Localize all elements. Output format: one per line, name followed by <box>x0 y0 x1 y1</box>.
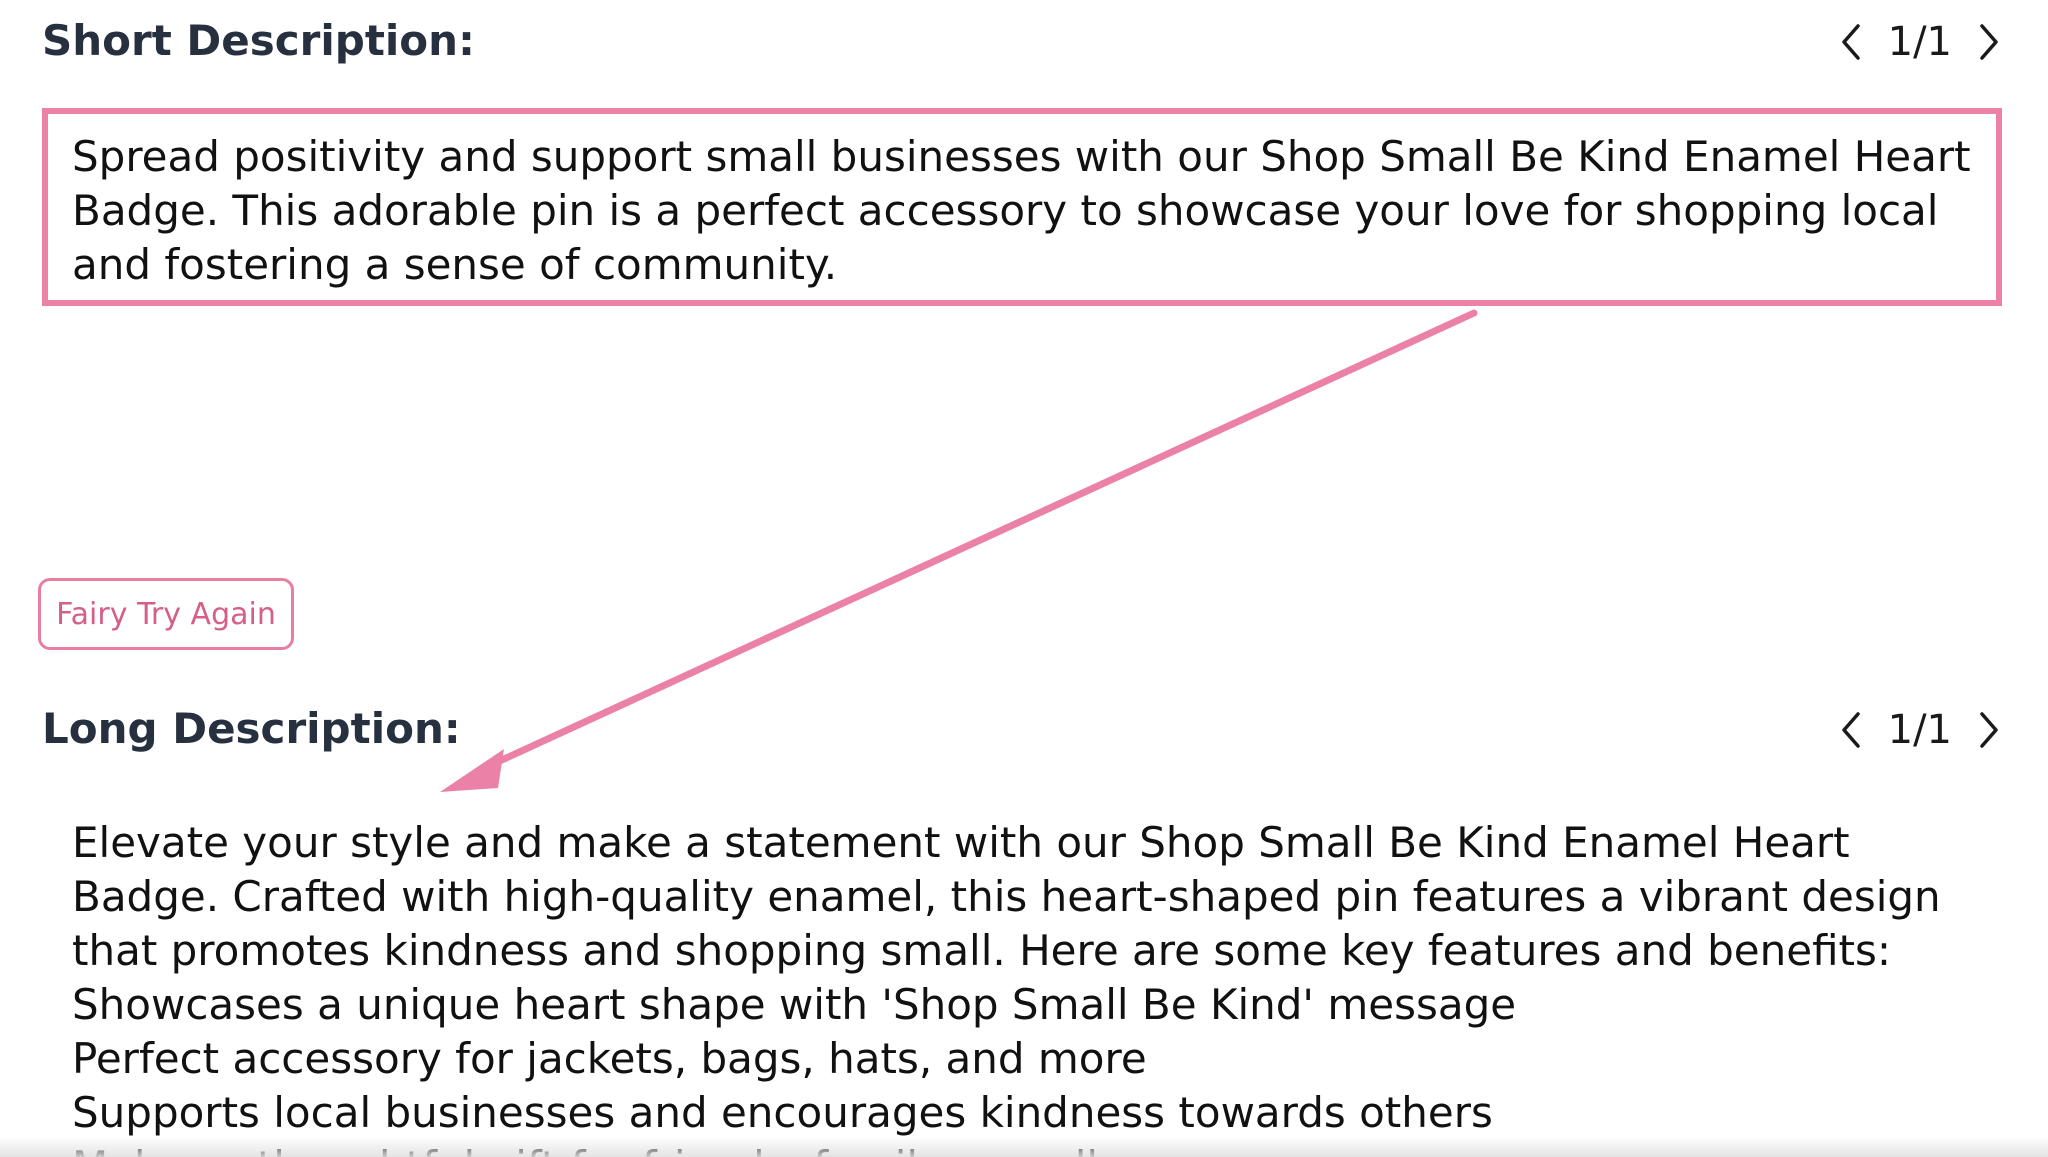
short-description-text: Spread positivity and support small busi… <box>72 132 1971 289</box>
description-panel: Short Description: 1/1 Spread positivity… <box>0 0 2048 1157</box>
fairy-try-again-button[interactable]: Fairy Try Again <box>38 578 294 650</box>
short-description-box[interactable]: Spread positivity and support small busi… <box>42 108 2002 306</box>
long-description-pager: 1/1 <box>1836 708 2004 752</box>
page-indicator: 1/1 <box>1887 19 1952 65</box>
long-description-line: Badge. Crafted with high-quality enamel,… <box>72 872 1941 921</box>
long-description-line: Makes a thoughtful gift for friends, fam… <box>72 1140 1992 1157</box>
arrow-shaft <box>474 309 1478 775</box>
long-description-title: Long Description: <box>42 704 461 753</box>
chevron-right-icon[interactable] <box>1974 20 2004 64</box>
chevron-left-icon[interactable] <box>1836 20 1866 64</box>
short-description-title: Short Description: <box>42 16 475 65</box>
long-description-line: Supports local businesses and encourages… <box>72 1088 1493 1137</box>
arrow-head-icon <box>440 749 504 792</box>
long-description-line: Elevate your style and make a statement … <box>72 818 1850 867</box>
chevron-left-icon[interactable] <box>1836 708 1866 752</box>
long-description-line: Showcases a unique heart shape with 'Sho… <box>72 980 1517 1029</box>
long-description-line: Perfect accessory for jackets, bags, hat… <box>72 1034 1147 1083</box>
short-description-pager: 1/1 <box>1836 20 2004 64</box>
long-description-line: that promotes kindness and shopping smal… <box>72 926 1892 975</box>
long-description-text[interactable]: Elevate your style and make a statement … <box>72 816 1992 1157</box>
page-indicator: 1/1 <box>1887 707 1952 753</box>
chevron-right-icon[interactable] <box>1974 708 2004 752</box>
